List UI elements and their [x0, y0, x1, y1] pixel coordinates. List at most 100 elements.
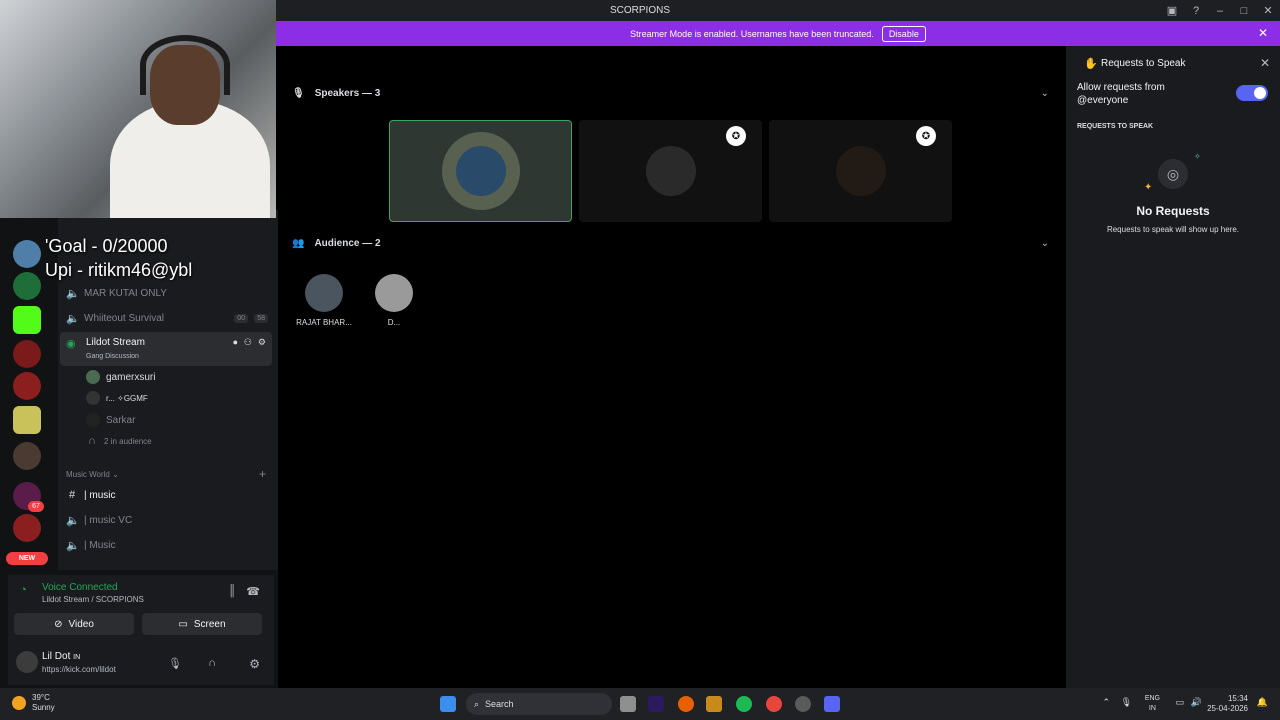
channel-name: | music VC: [84, 514, 133, 526]
invite-icon[interactable]: ⚇: [244, 337, 252, 348]
server-icon[interactable]: [13, 240, 41, 268]
audience-label: Audience — 2: [314, 238, 381, 249]
close-window-button[interactable]: ✕: [1256, 4, 1280, 17]
speaker-tile[interactable]: [389, 120, 572, 222]
channel-item[interactable]: 🔈 | Music: [66, 536, 116, 554]
avatar: [441, 132, 520, 210]
app-icon[interactable]: [795, 696, 811, 712]
member-name: Sarkar: [106, 414, 136, 426]
upi-text: Upi - ritikm46@ybl: [45, 260, 193, 280]
premiere-icon[interactable]: [648, 696, 664, 712]
settings-gear-icon[interactable]: ⚙: [249, 657, 260, 671]
voice-location[interactable]: Lildot Stream / SCORPIONS: [42, 595, 144, 604]
category-header[interactable]: Music World ⌄: [66, 470, 119, 479]
channel-item[interactable]: # | music: [66, 486, 116, 504]
notification-icon[interactable]: 🔔: [1257, 697, 1268, 708]
server-icon[interactable]: [13, 272, 41, 300]
inbox-icon[interactable]: ▣: [1160, 4, 1184, 17]
allow-requests-toggle[interactable]: [1236, 85, 1268, 101]
firefox-icon[interactable]: [678, 696, 694, 712]
headphones-icon[interactable]: ∩: [208, 657, 216, 669]
server-folder-icon[interactable]: [13, 442, 41, 470]
empty-subtitle: Requests to speak will show up here.: [1106, 225, 1240, 234]
temperature: 39°C: [32, 693, 50, 702]
empty-title: No Requests: [1136, 204, 1210, 218]
stage-view: 🎙 Speakers — 3 ⌄ ✪ ✪ 👥 Audience — 2 ⌄ RA…: [278, 46, 1061, 688]
voice-panel: ◔ Voice Connected Lildot Stream / SCORPI…: [8, 575, 274, 685]
category-name: Music World: [66, 470, 110, 479]
chevron-down-icon[interactable]: ⌄: [1041, 238, 1049, 249]
close-icon[interactable]: ✕: [1258, 26, 1268, 40]
avatar: [86, 370, 100, 384]
start-button-icon[interactable]: [440, 696, 456, 712]
voice-channel-icon: 🔈: [66, 514, 80, 527]
kick-server-icon[interactable]: [13, 306, 41, 334]
close-icon[interactable]: ✕: [1260, 56, 1270, 70]
mic-icon[interactable]: 🎙: [168, 657, 182, 670]
chevron-down-icon[interactable]: ⌄: [1041, 88, 1049, 99]
app-icon[interactable]: [706, 696, 722, 712]
maximize-button[interactable]: □: [1232, 5, 1256, 17]
audience-name: D...: [387, 318, 401, 327]
minimize-button[interactable]: –: [1208, 5, 1232, 17]
search-box[interactable]: ⌕ Search: [466, 693, 612, 715]
disconnect-icon[interactable]: ☎: [246, 585, 260, 598]
chevron-up-icon[interactable]: ⌃: [1102, 697, 1110, 708]
video-label: Video: [68, 618, 94, 630]
stage-member[interactable]: r... ✧GGMF: [86, 389, 148, 407]
clock[interactable]: 15:34 25-04-2026: [1207, 694, 1248, 714]
chrome-icon[interactable]: [766, 696, 782, 712]
server-icon[interactable]: [13, 514, 41, 542]
gear-icon[interactable]: ⚙: [258, 337, 266, 348]
mic-icon[interactable]: 🎙: [1121, 697, 1132, 708]
speaker-tile[interactable]: ✪: [579, 120, 762, 222]
speaker-tile[interactable]: ✪: [769, 120, 952, 222]
disable-button[interactable]: Disable: [881, 25, 926, 42]
avatar: [375, 274, 413, 312]
spotify-icon[interactable]: [736, 696, 752, 712]
file-explorer-icon[interactable]: [620, 696, 636, 712]
network-icon[interactable]: ▭: [1175, 697, 1184, 708]
voice-channel-icon: 🔈: [66, 312, 80, 325]
help-icon[interactable]: ?: [1184, 5, 1208, 17]
screen-icon: ▭: [178, 618, 188, 630]
camera-off-icon: ⊘: [54, 618, 63, 630]
audience-count[interactable]: ∩ 2 in audience: [86, 432, 152, 450]
voice-channel-icon: 🔈: [66, 539, 80, 552]
streamer-mode-banner: Streamer Mode is enabled. Usernames have…: [276, 21, 1280, 46]
raise-hand-icon: ✋: [1084, 58, 1098, 70]
requests-section-header: REQUESTS TO SPEAK: [1077, 123, 1154, 130]
weather-condition: Sunny: [32, 703, 55, 712]
channel-name: | music: [84, 489, 116, 501]
screen-share-button[interactable]: ▭ Screen: [142, 613, 262, 635]
sparkle-icon: ✦: [1144, 182, 1153, 193]
voice-channel-icon: 🔈: [66, 287, 80, 300]
channel-item[interactable]: 🔈 Whiiteout Survival 00 58: [66, 309, 272, 327]
scorpions-server-icon[interactable]: [13, 340, 41, 368]
add-channel-icon[interactable]: +: [259, 467, 266, 481]
active-stage-channel[interactable]: ◉ Lildot Stream Gang Discussion ● ⚇ ⚙: [60, 332, 272, 366]
stage-channel-icon: ◉: [66, 338, 76, 350]
stage-member[interactable]: Sarkar: [86, 411, 135, 429]
discord-icon[interactable]: [824, 696, 840, 712]
audience-member[interactable]: RAJAT BHAR...: [289, 274, 359, 327]
requests-panel: ✋ Requests to Speak ✕ Allow requests fro…: [1066, 46, 1280, 688]
avatar[interactable]: [16, 651, 38, 673]
server-icon[interactable]: [13, 372, 41, 400]
stage-member[interactable]: gamerxsuri: [86, 368, 155, 386]
headphones-icon: ∩: [88, 435, 96, 447]
audience-count-label: 2 in audience: [104, 436, 152, 446]
date: 25-04-2026: [1207, 704, 1248, 713]
channel-item[interactable]: 🔈 MAR KUTAI ONLY: [66, 284, 167, 302]
channel-item[interactable]: 🔈 | music VC: [66, 511, 132, 529]
server-icon[interactable]: [13, 406, 41, 434]
channel-name: | Music: [84, 539, 116, 551]
volume-icon[interactable]: 🔊: [1191, 697, 1202, 708]
chat-icon[interactable]: ●: [233, 337, 238, 347]
weather-widget[interactable]: 39°C Sunny: [12, 693, 55, 713]
audience-member[interactable]: D...: [359, 274, 429, 327]
noise-suppression-icon[interactable]: ║: [228, 585, 236, 597]
language-indicator[interactable]: ENG IN: [1145, 694, 1160, 714]
avatar: [86, 413, 100, 427]
video-button[interactable]: ⊘ Video: [14, 613, 134, 635]
